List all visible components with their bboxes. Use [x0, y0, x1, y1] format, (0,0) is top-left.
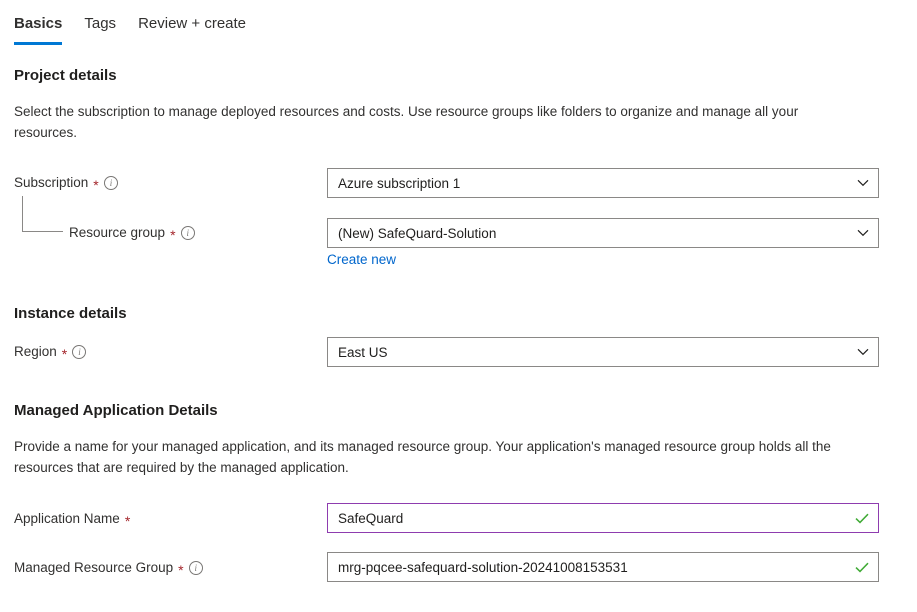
subscription-value: Azure subscription 1 [338, 175, 461, 191]
info-icon[interactable]: i [180, 226, 195, 240]
tab-basics[interactable]: Basics [14, 14, 84, 45]
managed-application-details-description: Provide a name for your managed applicat… [14, 439, 831, 475]
tab-review-create[interactable]: Review + create [138, 14, 268, 45]
region-dropdown[interactable]: East US [327, 337, 879, 367]
info-icon[interactable]: i [103, 176, 118, 190]
instance-details-heading: Instance details [14, 305, 127, 322]
resource-group-dropdown[interactable]: (New) SafeQuard-Solution [327, 218, 879, 248]
resource-group-label: Resource group [69, 225, 166, 240]
project-details-heading: Project details [14, 67, 117, 84]
create-managed-application-form: Basics Tags Review + create Project deta… [0, 0, 917, 612]
info-icon[interactable]: i [188, 561, 203, 575]
region-required-asterisk: * [61, 346, 68, 362]
managed-resource-group-input[interactable]: mrg-pqcee-safequard-solution-20241008153… [327, 552, 879, 582]
application-name-input[interactable]: SafeQuard [327, 503, 879, 533]
chevron-down-icon [856, 226, 870, 240]
managed-resource-group-label-group: Managed Resource Group * i [14, 559, 203, 577]
region-label-group: Region * i [14, 343, 87, 362]
checkmark-icon [854, 510, 870, 526]
create-new-resource-group-link[interactable]: Create new [327, 251, 396, 269]
region-value: East US [338, 344, 388, 360]
subscription-label-group: Subscription * i [14, 174, 118, 192]
tab-tags[interactable]: Tags [84, 14, 138, 45]
chevron-down-icon [856, 176, 870, 190]
subscription-dropdown[interactable]: Azure subscription 1 [327, 168, 879, 198]
chevron-down-icon [856, 345, 870, 359]
tab-basics-label: Basics [14, 15, 63, 32]
resource-group-indent-connector [22, 196, 63, 232]
tab-review-create-label: Review + create [138, 15, 247, 32]
checkmark-icon [854, 559, 870, 575]
region-label: Region [14, 344, 57, 359]
managed-application-details-heading: Managed Application Details [14, 402, 218, 419]
subscription-label: Subscription [14, 175, 89, 190]
resource-group-label-group: Resource group * i [69, 224, 195, 242]
application-name-label-group: Application Name * [14, 510, 130, 528]
application-name-value: SafeQuard [338, 510, 404, 526]
info-icon[interactable]: i [72, 345, 87, 359]
managed-resource-group-value: mrg-pqcee-safequard-solution-20241008153… [338, 559, 628, 575]
resource-group-required-asterisk: * [170, 227, 176, 243]
project-details-description: Select the subscription to manage deploy… [14, 104, 799, 140]
managed-resource-group-required-asterisk: * [178, 562, 184, 578]
subscription-required-asterisk: * [93, 177, 99, 193]
managed-resource-group-label: Managed Resource Group [14, 560, 174, 575]
application-name-label: Application Name [14, 511, 120, 526]
tab-tags-label: Tags [84, 15, 117, 32]
application-name-required-asterisk: * [124, 513, 131, 529]
wizard-tabs: Basics Tags Review + create [14, 14, 268, 45]
resource-group-value: (New) SafeQuard-Solution [338, 225, 497, 241]
